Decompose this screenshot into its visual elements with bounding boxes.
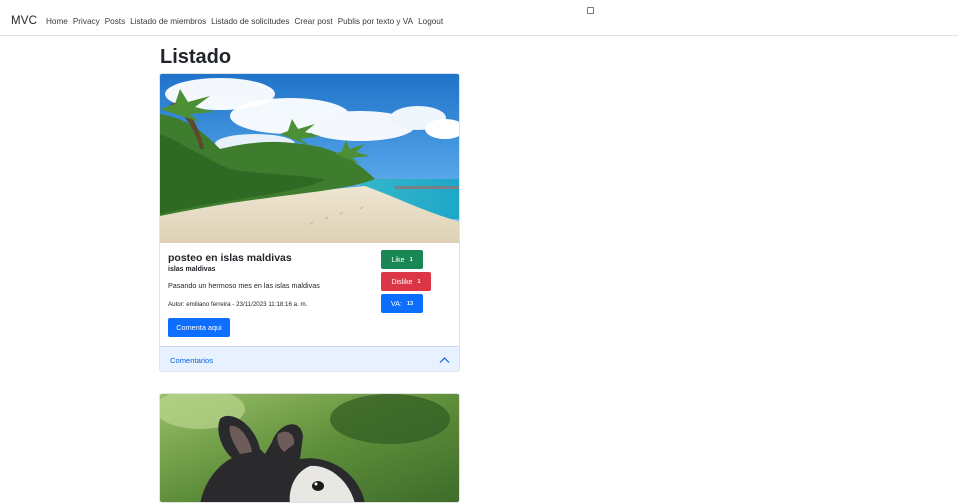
nav-link-logout[interactable]: Logout: [418, 17, 443, 26]
nav-link-home[interactable]: Home: [46, 17, 68, 26]
dislike-count: 1: [417, 278, 421, 285]
post-author: Autor: emiliano ferreira - 23/11/2023 11…: [168, 301, 308, 308]
dislike-label: Dislike: [391, 277, 413, 286]
post-card: posteo en islas maldivas islas maldivas …: [159, 73, 460, 372]
brand-link[interactable]: MVC: [11, 15, 37, 27]
post-subtitle: islas maldivas: [168, 266, 216, 273]
nav-link-listado-solicitudes[interactable]: Listado de solicitudes: [211, 17, 289, 26]
post-card-2: [159, 393, 460, 503]
nav-link-publis-texto-va[interactable]: Publis por texto y VA: [338, 17, 413, 26]
like-count: 1: [409, 256, 413, 263]
like-button[interactable]: Like 1: [381, 250, 423, 269]
page-title: Listado: [160, 46, 232, 68]
nav-link-posts[interactable]: Posts: [105, 17, 125, 26]
va-button[interactable]: VA: 13: [381, 294, 423, 313]
post-image: [160, 74, 459, 243]
navbar: MVC Home Privacy Posts Listado de miembr…: [0, 0, 958, 36]
comments-label: Comentarios: [170, 356, 214, 365]
va-label: VA:: [390, 299, 402, 308]
dislike-button[interactable]: Dislike 1: [381, 272, 431, 291]
post-image-2: [160, 394, 459, 502]
like-label: Like: [391, 255, 405, 264]
nav-links: Home Privacy Posts Listado de miembros L…: [46, 17, 443, 26]
post-body: Pasando un hermoso mes en las islas mald…: [168, 281, 320, 290]
chevron-up-icon: [439, 357, 450, 363]
nav-link-listado-miembros[interactable]: Listado de miembros: [130, 17, 206, 26]
nav-link-privacy[interactable]: Privacy: [73, 17, 100, 26]
nav-link-crear-post[interactable]: Crear post: [294, 17, 332, 26]
cursor-icon: [587, 7, 594, 14]
comments-accordion-toggle[interactable]: Comentarios: [160, 346, 459, 371]
va-count: 13: [406, 300, 414, 307]
post-title: posteo en islas maldivas: [168, 252, 292, 264]
comment-button[interactable]: Comenta aqui: [168, 318, 230, 337]
